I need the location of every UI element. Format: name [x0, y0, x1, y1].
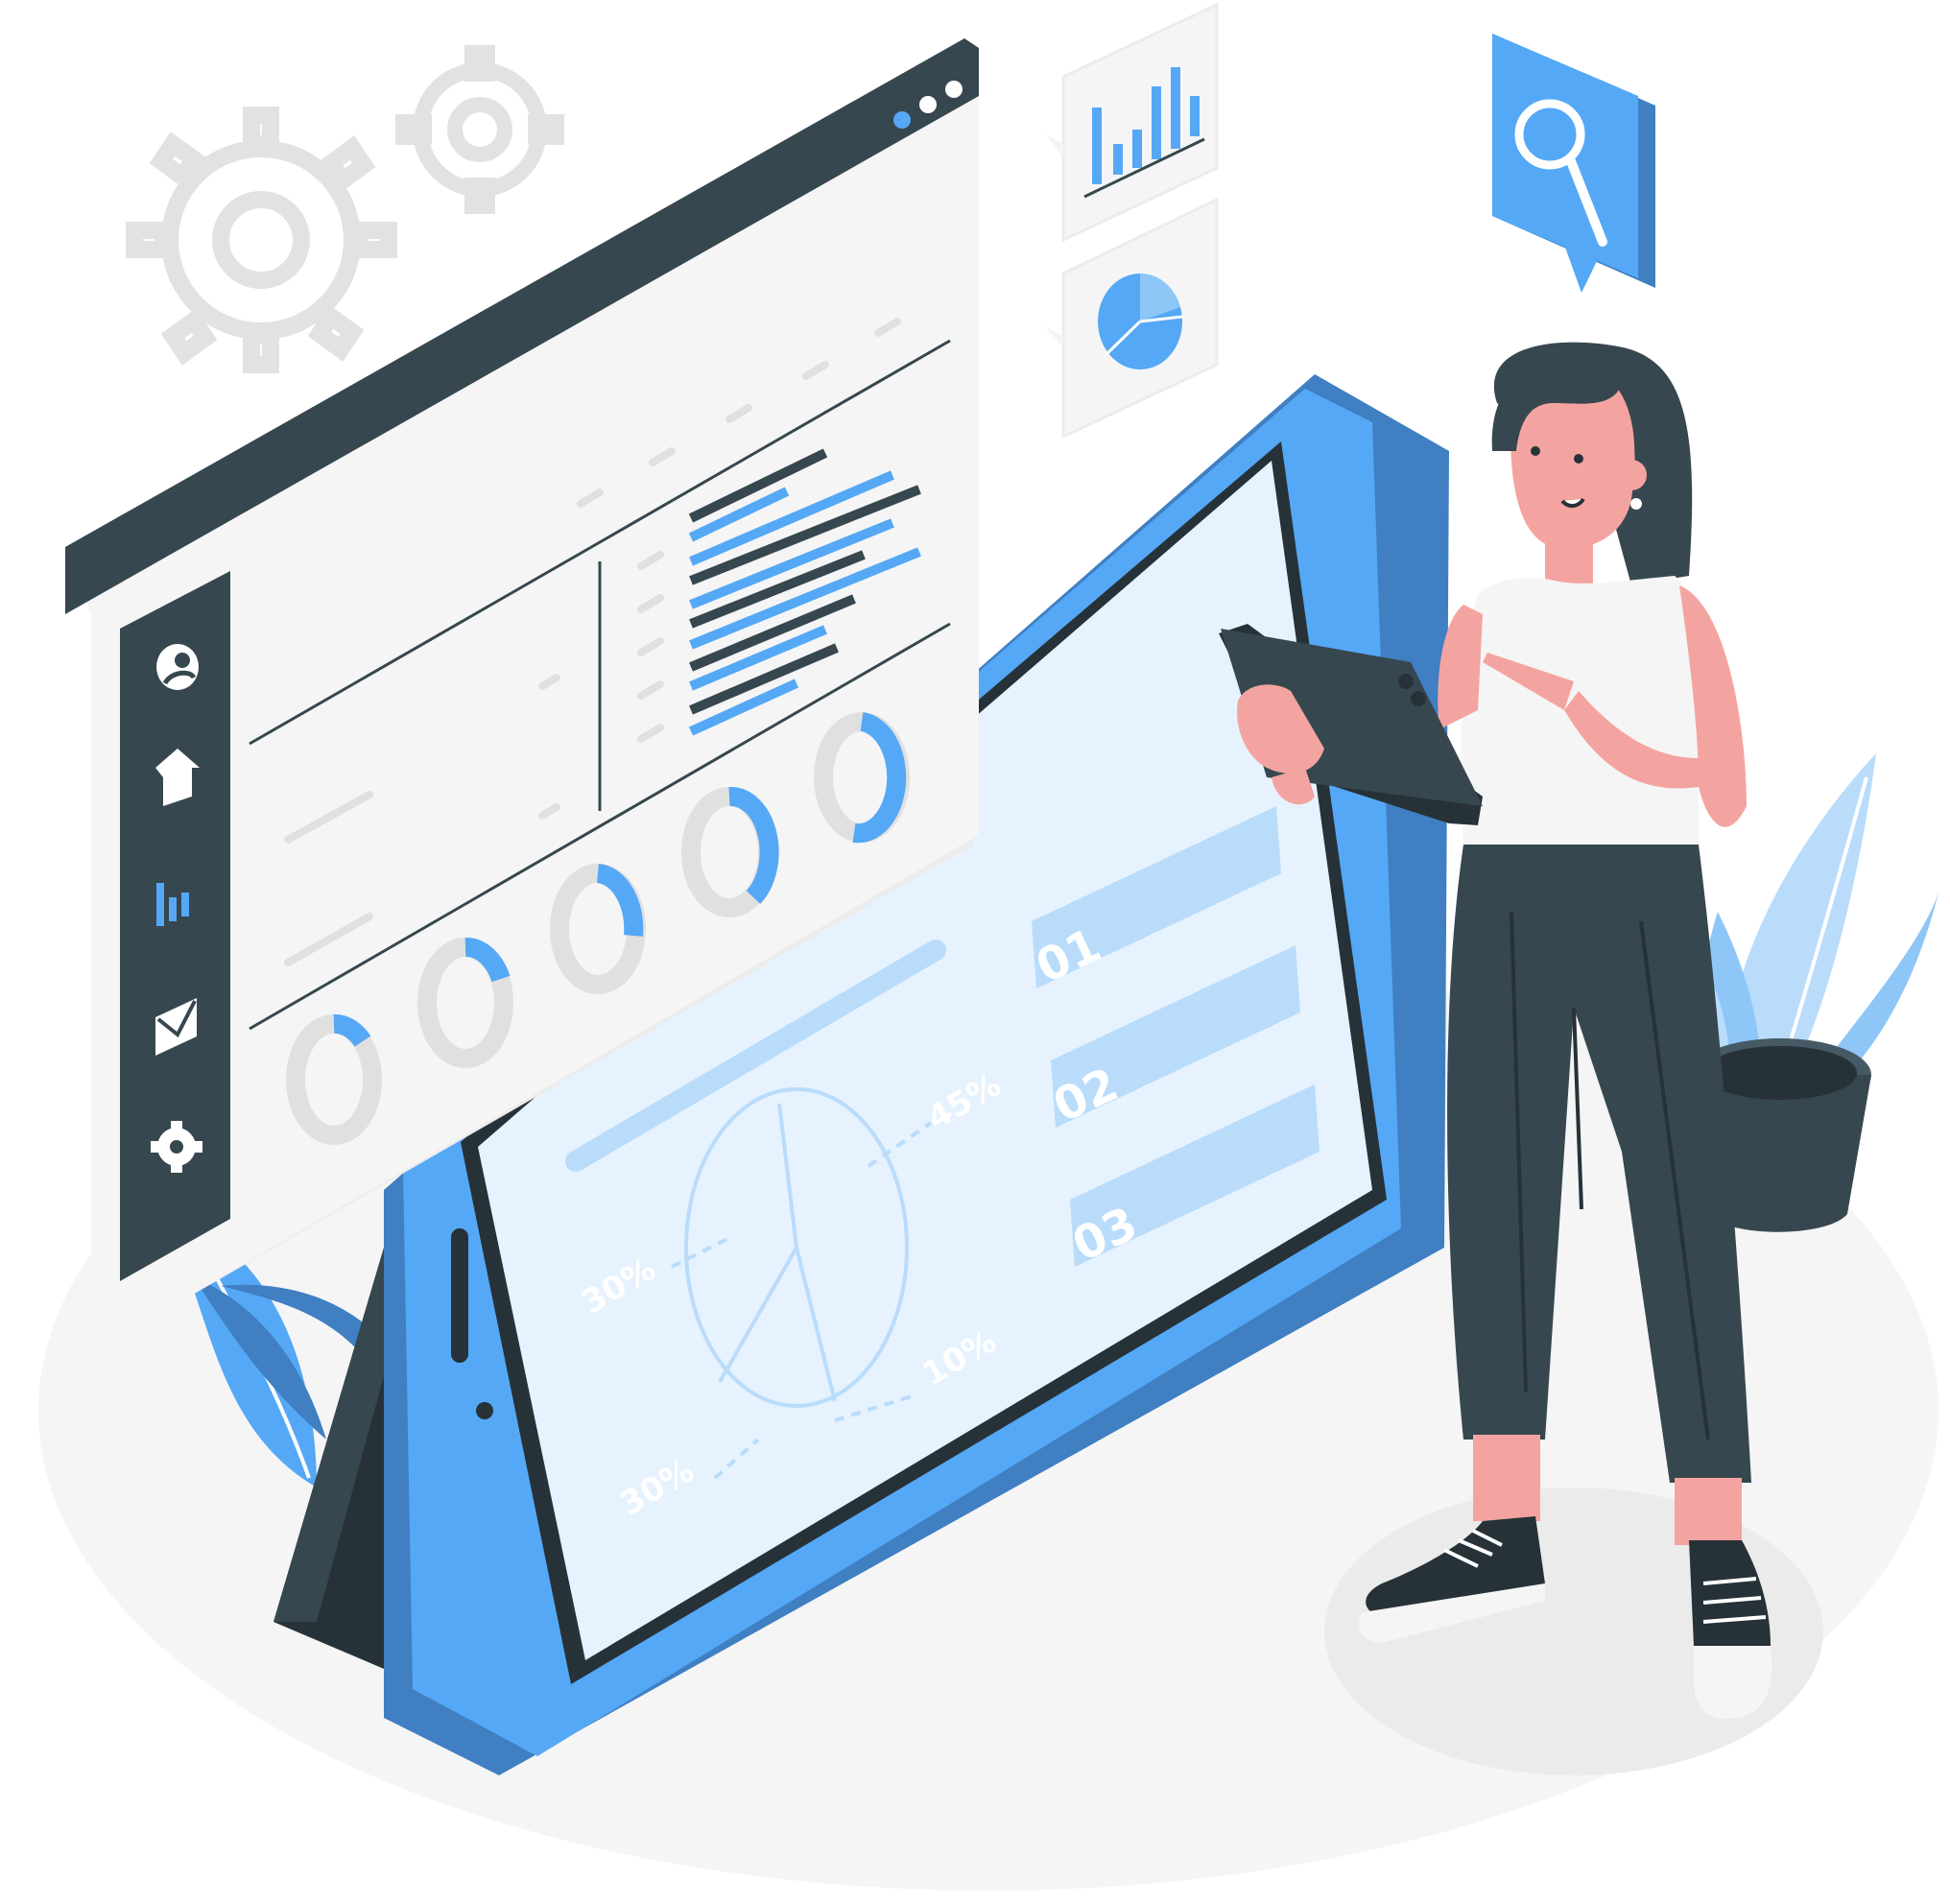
user-icon[interactable] [156, 644, 199, 690]
window-control-dot [945, 81, 963, 98]
tablet-side-button [451, 1228, 468, 1363]
gear-icon [126, 107, 397, 373]
window-control-dot [919, 96, 937, 113]
bar-chart-card [1046, 2, 1219, 243]
illustration: 45% 30% 10% 30% 01 02 03 [38, 2, 1938, 1891]
gear-icon [395, 45, 564, 214]
search-bubble [1492, 34, 1655, 293]
window-control-dot [893, 111, 911, 129]
